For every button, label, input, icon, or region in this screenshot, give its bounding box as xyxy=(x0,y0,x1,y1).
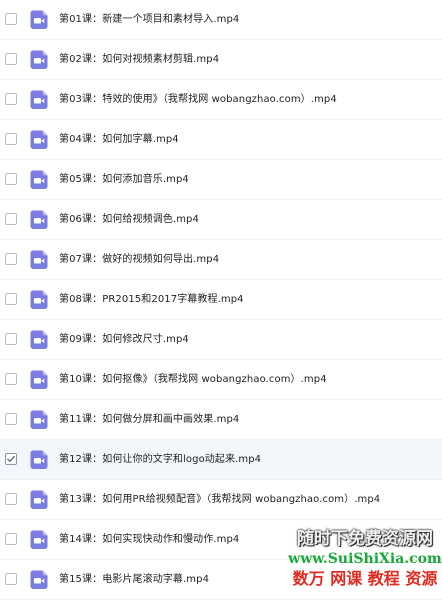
file-row[interactable]: 第13课：如何用PR给视频配音》（我帮找网 wobangzhao.com）.mp… xyxy=(0,480,442,520)
video-file-icon xyxy=(30,130,48,149)
file-checkbox[interactable] xyxy=(5,413,17,425)
file-name[interactable]: 第08课：PR2015和2017字幕教程.mp4 xyxy=(59,292,244,308)
video-file-icon xyxy=(30,450,48,469)
video-file-icon xyxy=(30,210,48,229)
file-row[interactable]: 第12课：如何让你的文字和logo动起来.mp4 xyxy=(0,440,442,480)
file-name[interactable]: 第10课：如何抠像》（我帮找网 wobangzhao.com）.mp4 xyxy=(59,372,327,388)
file-row[interactable]: 第06课：如何给视频调色.mp4 xyxy=(0,200,442,240)
file-checkbox[interactable] xyxy=(5,453,17,465)
video-file-icon xyxy=(30,250,48,269)
watermark-tagline: 数万 网课 教程 资源 xyxy=(292,569,438,588)
file-list: 第01课：新建一个项目和素材导入.mp4 第02课：如何对视频素材剪辑.mp4 第0… xyxy=(0,0,442,600)
file-checkbox[interactable] xyxy=(5,493,17,505)
video-file-icon xyxy=(30,90,48,109)
video-file-icon xyxy=(30,50,48,69)
file-row[interactable]: 第05课：如何添加音乐.mp4 xyxy=(0,160,442,200)
watermark-title: 随时下免费资源网 xyxy=(297,529,433,549)
file-checkbox[interactable] xyxy=(5,373,17,385)
file-name[interactable]: 第15课：电影片尾滚动字幕.mp4 xyxy=(59,572,209,588)
file-checkbox[interactable] xyxy=(5,13,17,25)
file-row[interactable]: 第09课：如何修改尺寸.mp4 xyxy=(0,320,442,360)
file-checkbox[interactable] xyxy=(5,293,17,305)
file-name[interactable]: 第14课：如何实现快动作和慢动作.mp4 xyxy=(59,532,239,548)
file-row[interactable]: 第04课：如何加字幕.mp4 xyxy=(0,120,442,160)
file-row[interactable]: 第02课：如何对视频素材剪辑.mp4 xyxy=(0,40,442,80)
file-name[interactable]: 第04课：如何加字幕.mp4 xyxy=(59,132,179,148)
file-row[interactable]: 第08课：PR2015和2017字幕教程.mp4 xyxy=(0,280,442,320)
file-name[interactable]: 第09课：如何修改尺寸.mp4 xyxy=(59,332,189,348)
video-file-icon xyxy=(30,490,48,509)
file-checkbox[interactable] xyxy=(5,133,17,145)
file-name[interactable]: 第01课：新建一个项目和素材导入.mp4 xyxy=(59,12,239,28)
file-name[interactable]: 第07课：做好的视频如何导出.mp4 xyxy=(59,252,219,268)
file-checkbox[interactable] xyxy=(5,173,17,185)
video-file-icon xyxy=(30,530,48,549)
file-row[interactable]: 第11课：如何做分屏和画中画效果.mp4 xyxy=(0,400,442,440)
file-checkbox[interactable] xyxy=(5,253,17,265)
file-row[interactable]: 第10课：如何抠像》（我帮找网 wobangzhao.com）.mp4 xyxy=(0,360,442,400)
video-file-icon xyxy=(30,290,48,309)
file-name[interactable]: 第12课：如何让你的文字和logo动起来.mp4 xyxy=(59,452,261,468)
file-name[interactable]: 第02课：如何对视频素材剪辑.mp4 xyxy=(59,52,219,68)
file-name[interactable]: 第05课：如何添加音乐.mp4 xyxy=(59,172,189,188)
video-file-icon xyxy=(30,410,48,429)
video-file-icon xyxy=(30,330,48,349)
file-name[interactable]: 第03课：特效的使用》（我帮找网 wobangzhao.com）.mp4 xyxy=(59,92,337,108)
file-checkbox[interactable] xyxy=(5,533,17,545)
file-checkbox[interactable] xyxy=(5,573,17,585)
watermark-url: www.SuiShiXia.com xyxy=(288,551,442,567)
video-file-icon xyxy=(30,170,48,189)
file-name[interactable]: 第13课：如何用PR给视频配音》（我帮找网 wobangzhao.com）.mp… xyxy=(59,492,380,508)
file-row[interactable]: 第07课：做好的视频如何导出.mp4 xyxy=(0,240,442,280)
file-row[interactable]: 第03课：特效的使用》（我帮找网 wobangzhao.com）.mp4 xyxy=(0,80,442,120)
file-row[interactable]: 第01课：新建一个项目和素材导入.mp4 xyxy=(0,0,442,40)
file-checkbox[interactable] xyxy=(5,333,17,345)
file-name[interactable]: 第11课：如何做分屏和画中画效果.mp4 xyxy=(59,412,239,428)
file-checkbox[interactable] xyxy=(5,213,17,225)
check-icon xyxy=(7,455,15,462)
video-file-icon xyxy=(30,370,48,389)
file-name[interactable]: 第06课：如何给视频调色.mp4 xyxy=(59,212,199,228)
watermark: 随时下免费资源网 www.SuiShiXia.com 数万 网课 教程 资源 xyxy=(288,528,442,593)
file-checkbox[interactable] xyxy=(5,93,17,105)
video-file-icon xyxy=(30,10,48,29)
video-file-icon xyxy=(30,570,48,589)
file-checkbox[interactable] xyxy=(5,53,17,65)
